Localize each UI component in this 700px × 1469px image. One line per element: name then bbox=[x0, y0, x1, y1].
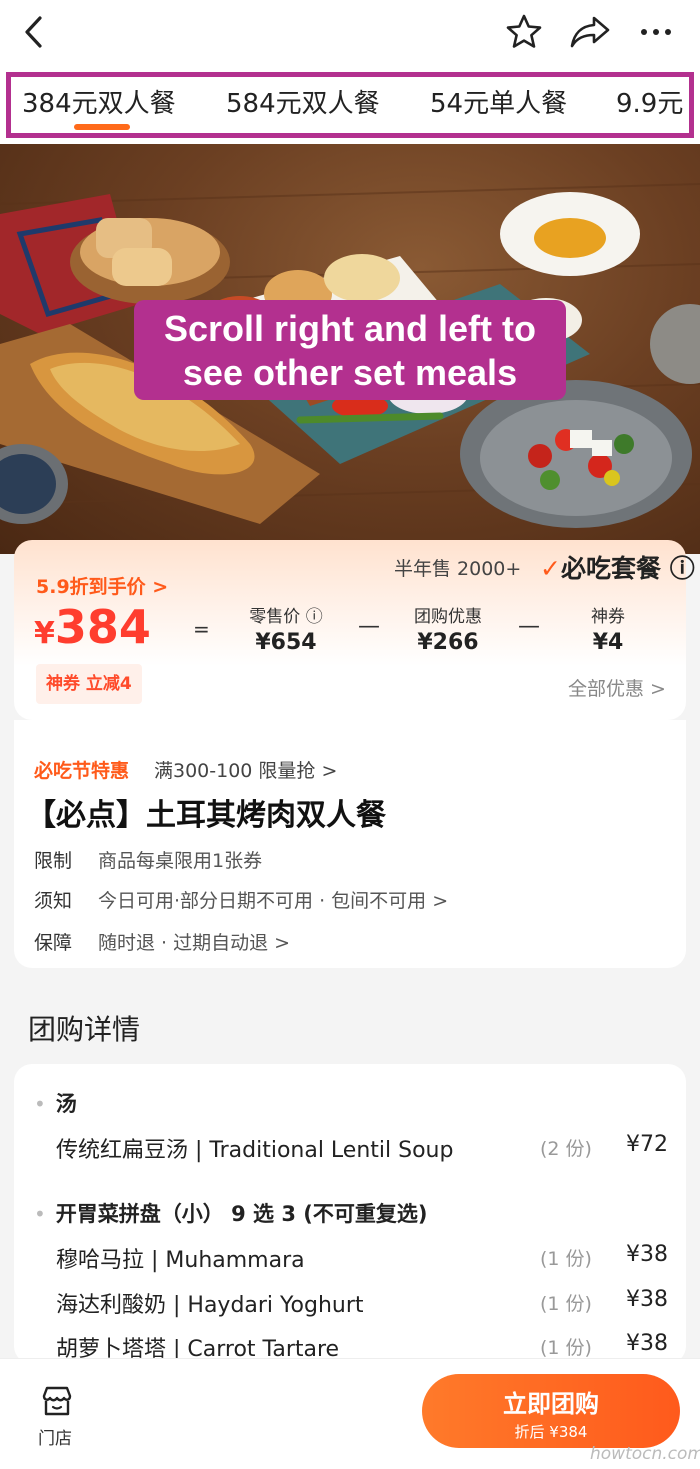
info-key: 限制 bbox=[34, 850, 73, 872]
festival-tag: 必吃节特惠 bbox=[34, 760, 130, 782]
star-icon[interactable] bbox=[504, 12, 544, 52]
deal-title: 【必点】土耳其烤肉双人餐 bbox=[26, 798, 386, 833]
category-soup: • 汤 bbox=[34, 1088, 77, 1118]
item-qty: (1 份) bbox=[540, 1248, 592, 1270]
category-label: 汤 bbox=[55, 1092, 77, 1116]
discount-label[interactable]: 5.9折到手价 > bbox=[36, 572, 168, 599]
final-price: ¥384 bbox=[34, 600, 151, 654]
annotation-line-1: Scroll right and left to bbox=[163, 308, 536, 349]
bullet-icon: • bbox=[34, 1092, 46, 1116]
buy-button-subprice: 折后 ¥384 bbox=[514, 1423, 588, 1441]
list-item: 传统红扁豆汤 | Traditional Lentil Soup bbox=[56, 1138, 454, 1163]
watermark: howtocn.com bbox=[590, 1444, 700, 1464]
item-qty: (2 份) bbox=[540, 1138, 592, 1160]
info-key: 须知 bbox=[34, 890, 73, 912]
currency-symbol: ¥ bbox=[34, 616, 55, 651]
info-row-notice[interactable]: 须知 今日可用·部分日期不可用 · 包间不可用 > bbox=[34, 886, 448, 913]
info-row-guarantee[interactable]: 保障 随时退 · 过期自动退 > bbox=[34, 928, 290, 955]
item-qty: (1 份) bbox=[540, 1337, 592, 1359]
list-item: 海达利酸奶 | Haydari Yoghurt bbox=[56, 1293, 364, 1318]
buy-now-button[interactable]: 立即团购 折后 ¥384 bbox=[422, 1374, 680, 1448]
must-eat-label: 必吃套餐 bbox=[560, 554, 661, 583]
group-discount-value: ¥266 bbox=[417, 630, 479, 655]
share-icon[interactable] bbox=[568, 12, 612, 52]
must-eat-badge: ✓必吃套餐 ⓘ bbox=[540, 549, 695, 585]
all-offers-link[interactable]: 全部优惠 > bbox=[568, 674, 666, 701]
details-heading: 团购详情 bbox=[28, 1013, 141, 1046]
info-icon[interactable]: ⓘ bbox=[670, 554, 695, 583]
tab-selected-indicator bbox=[74, 124, 130, 130]
info-value: 商品每桌限用1张券 bbox=[98, 850, 263, 872]
buy-button-label: 立即团购 bbox=[503, 1390, 599, 1418]
item-qty: (1 份) bbox=[540, 1293, 592, 1315]
final-price-amount: 384 bbox=[54, 600, 151, 654]
top-bar bbox=[0, 0, 700, 68]
annotation-line-2: see other set meals bbox=[182, 352, 518, 393]
info-key: 保障 bbox=[34, 932, 73, 954]
item-price: ¥38 bbox=[626, 1331, 668, 1356]
tab-54-single[interactable]: 54元单人餐 bbox=[430, 83, 567, 120]
info-value: 随时退 · 过期自动退 > bbox=[98, 932, 291, 954]
sales-count: 半年售 2000+ bbox=[394, 558, 522, 580]
list-item: 穆哈马拉 | Muhammara bbox=[56, 1248, 305, 1273]
bullet-icon: • bbox=[34, 1202, 46, 1226]
equals-sign: = bbox=[193, 617, 210, 641]
deal-page: 384元双人餐 584元双人餐 54元单人餐 9.9元 Scroll right… bbox=[0, 0, 700, 1469]
coupon-pill[interactable]: 神券 立减4 bbox=[36, 664, 142, 704]
item-price: ¥38 bbox=[626, 1242, 668, 1267]
store-label[interactable]: 门店 bbox=[38, 1424, 72, 1449]
tab-584-double[interactable]: 584元双人餐 bbox=[226, 83, 380, 120]
more-icon[interactable] bbox=[634, 12, 678, 52]
tab-9-9[interactable]: 9.9元 bbox=[616, 83, 683, 120]
festival-promo-link[interactable]: 满300-100 限量抢 > bbox=[154, 756, 337, 783]
store-icon[interactable] bbox=[40, 1384, 74, 1418]
tab-384-double[interactable]: 384元双人餐 bbox=[22, 83, 176, 120]
meal-photo[interactable]: Scroll right and left to see other set m… bbox=[0, 144, 700, 554]
coupon-label: 神券 bbox=[591, 607, 625, 627]
info-value: 今日可用·部分日期不可用 · 包间不可用 > bbox=[98, 890, 449, 912]
minus-sign: — bbox=[358, 614, 380, 639]
item-price: ¥72 bbox=[626, 1132, 668, 1157]
minus-sign: — bbox=[518, 614, 540, 639]
info-row-limit: 限制 商品每桌限用1张券 bbox=[34, 846, 262, 873]
retail-price-value: ¥654 bbox=[255, 630, 317, 655]
check-icon: ✓ bbox=[540, 554, 561, 583]
annotation-callout: Scroll right and left to see other set m… bbox=[134, 300, 566, 400]
set-meal-tabs: 384元双人餐 584元双人餐 54元单人餐 9.9元 bbox=[0, 68, 700, 144]
retail-price-label[interactable]: 零售价 ⓘ bbox=[238, 602, 334, 627]
category-label: 开胃菜拼盘（小） 9 选 3 (不可重复选) bbox=[55, 1202, 428, 1226]
group-discount-label: 团购优惠 bbox=[414, 607, 482, 627]
item-price: ¥38 bbox=[626, 1287, 668, 1312]
category-appetizers: • 开胃菜拼盘（小） 9 选 3 (不可重复选) bbox=[34, 1198, 427, 1228]
back-icon[interactable] bbox=[18, 14, 54, 50]
coupon-value: ¥4 bbox=[592, 630, 624, 655]
